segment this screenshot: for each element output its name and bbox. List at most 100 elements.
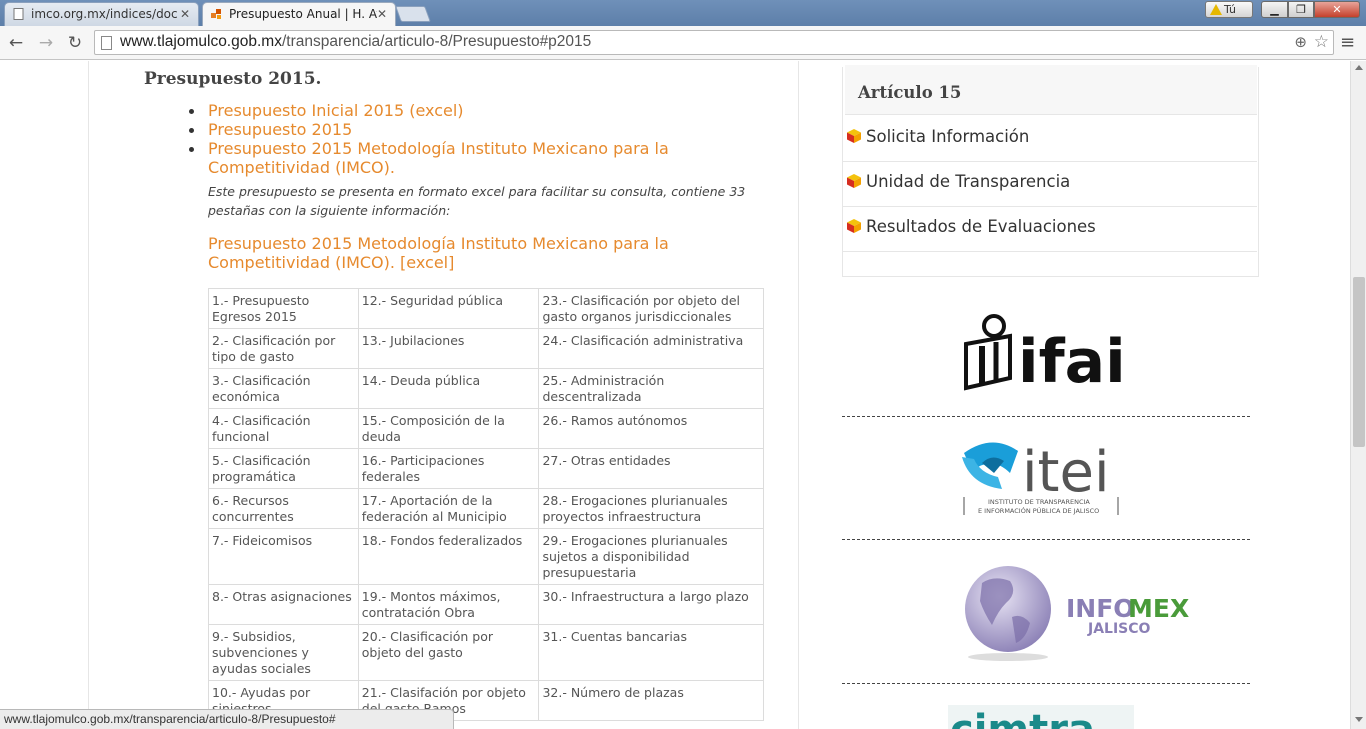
- table-cell: 25.- Administración descentralizada: [538, 368, 764, 409]
- page-icon: [101, 36, 112, 50]
- ifai-wordmark: ifai: [1018, 327, 1126, 397]
- table-cell: 5.- Clasificación programática: [208, 448, 359, 489]
- cimtra-logo[interactable]: cimtra: [842, 701, 1250, 729]
- vertical-scrollbar[interactable]: [1350, 61, 1366, 729]
- forward-arrow-icon[interactable]: →: [34, 31, 58, 55]
- sidebar-item-label: Resultados de Evaluaciones: [866, 217, 1096, 236]
- table-row: 3.- Clasificación económica 14.- Deuda pú…: [208, 368, 764, 409]
- tab-presupuesto[interactable]: Presupuesto Anual | H. Ay ✕: [202, 2, 396, 26]
- table-cell: 13.- Jubilaciones: [357, 328, 540, 369]
- table-row: 5.- Clasificación programática 16.- Parti…: [208, 448, 764, 489]
- link-presupuesto-imco[interactable]: Presupuesto 2015 Metodología Instituto M…: [208, 139, 678, 177]
- scroll-thumb[interactable]: [1353, 277, 1365, 447]
- description-text: Este presupuesto se presenta en formato …: [208, 184, 746, 218]
- table-cell: 28.- Erogaciones plurianuales proyectos …: [538, 488, 764, 529]
- cimtra-logo-graphic: cimtra: [948, 705, 1134, 729]
- table-cell: 23.- Clasificación por objeto del gasto …: [538, 288, 764, 329]
- new-tab-button[interactable]: [395, 6, 431, 22]
- table-cell: 24.- Clasificación administrativa: [538, 328, 764, 369]
- status-bubble: www.tlajomulco.gob.mx/transparencia/arti…: [0, 709, 454, 729]
- table-cell: 15.- Composición de la deuda: [357, 408, 540, 449]
- profile-name: Tú: [1224, 3, 1237, 16]
- zoom-icon[interactable]: ⊕: [1294, 33, 1307, 51]
- ifai-logo[interactable]: ifai: [842, 306, 1250, 406]
- warning-icon: [1210, 4, 1222, 15]
- table-cell: 31.- Cuentas bancarias: [538, 624, 764, 681]
- sidebar-item-resultados[interactable]: Resultados de Evaluaciones: [843, 207, 1257, 252]
- table-cell: 3.- Clasificación económica: [208, 368, 359, 409]
- cimtra-wordmark: cimtra: [950, 707, 1095, 729]
- close-window-button[interactable]: ✕: [1314, 1, 1360, 18]
- table-cell: 14.- Deuda pública: [357, 368, 540, 409]
- document-list: Presupuesto Inicial 2015 (excel) Presupu…: [188, 101, 768, 177]
- table-row: 1.- Presupuesto Egresos 2015 12.- Segurid…: [208, 288, 764, 329]
- table-cell: 6.- Recursos concurrentes: [208, 488, 359, 529]
- url-path: /transparencia/articulo-8/Presupuesto#p2…: [281, 33, 592, 50]
- itei-wordmark: itei: [1022, 440, 1110, 505]
- maximize-button[interactable]: ❐: [1288, 1, 1314, 18]
- tab-title: imco.org.mx/indices/doc: [31, 7, 178, 21]
- page-viewport: Presupuesto 2015. Presupuesto Inicial 20…: [0, 61, 1350, 729]
- list-item: Presupuesto Inicial 2015 (excel): [188, 101, 768, 120]
- table-cell: 4.- Clasificación funcional: [208, 408, 359, 449]
- url-text[interactable]: www.tlajomulco.gob.mx/transparencia/arti…: [120, 33, 591, 51]
- table-cell: 7.- Fideicomisos: [208, 528, 359, 585]
- cube-icon: [847, 174, 861, 188]
- menu-icon[interactable]: ≡: [1340, 32, 1355, 53]
- url-host: www.tlajomulco.gob.mx: [120, 33, 282, 50]
- divider: [842, 683, 1250, 684]
- sidebar-item-label: Solicita Información: [866, 127, 1030, 146]
- table-row: 7.- Fideicomisos 18.- Fondos federalizado…: [208, 528, 764, 585]
- table-row: 8.- Otras asignaciones 19.- Montos máximo…: [208, 584, 764, 625]
- profile-button[interactable]: Tú: [1205, 1, 1253, 18]
- table-cell: 9.- Subsidios, subvenciones y ayudas soc…: [208, 624, 359, 681]
- scroll-up-arrow-icon[interactable]: [1355, 65, 1363, 70]
- minimize-button[interactable]: ▁: [1261, 1, 1288, 18]
- link-presupuesto-2015[interactable]: Presupuesto 2015: [208, 120, 352, 139]
- itei-logo[interactable]: itei INSTITUTO DE TRANSPARENCIA E INFORM…: [842, 433, 1250, 523]
- table-cell: 17.- Aportación de la federación al Muni…: [357, 488, 540, 529]
- table-cell: 27.- Otras entidades: [538, 448, 764, 489]
- back-arrow-icon[interactable]: ←: [4, 31, 28, 55]
- sidebar-item-unidad[interactable]: Unidad de Transparencia: [843, 162, 1257, 207]
- close-tab-icon[interactable]: ✕: [180, 3, 190, 25]
- table-cell: 32.- Número de plazas: [538, 680, 764, 721]
- table-cell: 18.- Fondos federalizados: [357, 528, 540, 585]
- tab-title: Presupuesto Anual | H. Ay: [229, 7, 377, 21]
- scroll-down-arrow-icon[interactable]: [1355, 717, 1363, 722]
- table-row: 2.- Clasificación por tipo de gasto 13.- …: [208, 328, 764, 369]
- table-cell: 12.- Seguridad pública: [357, 288, 540, 329]
- bullet: [189, 109, 194, 114]
- cube-icon: [847, 219, 861, 233]
- close-tab-icon[interactable]: ✕: [377, 3, 387, 25]
- table-cell: 30.- Infraestructura a largo plazo: [538, 584, 764, 625]
- link-imco-excel[interactable]: Presupuesto 2015 Metodología Instituto M…: [208, 234, 768, 272]
- bullet: [189, 128, 194, 133]
- address-bar[interactable]: www.tlajomulco.gob.mx/transparencia/arti…: [94, 30, 1334, 55]
- table-row: 9.- Subsidios, subvenciones y ayudas soc…: [208, 624, 764, 681]
- itei-caption-1: INSTITUTO DE TRANSPARENCIA: [988, 498, 1090, 506]
- infomex-logo[interactable]: INFO MEX JALISCO: [842, 553, 1250, 663]
- table-row: 4.- Clasificación funcional 15.- Composic…: [208, 408, 764, 449]
- table-cell: 1.- Presupuesto Egresos 2015: [208, 288, 359, 329]
- infomex-mex: MEX: [1128, 594, 1189, 623]
- cube-icon: [847, 129, 861, 143]
- sidebar-item-solicita[interactable]: Solicita Información: [843, 117, 1257, 162]
- table-cell: 2.- Clasificación por tipo de gasto: [208, 328, 359, 369]
- infomex-info: INFO: [1066, 594, 1135, 623]
- tab-imco[interactable]: imco.org.mx/indices/doc ✕: [4, 2, 199, 26]
- ifai-logo-graphic: ifai: [964, 314, 1126, 397]
- site-favicon-icon: [211, 9, 221, 19]
- bookmark-star-icon[interactable]: ☆: [1314, 32, 1329, 52]
- infomex-jalisco: JALISCO: [1087, 621, 1151, 637]
- table-row: 6.- Recursos concurrentes 17.- Aportación…: [208, 488, 764, 529]
- browser-toolbar: ← → ↻ www.tlajomulco.gob.mx/transparenci…: [0, 26, 1366, 60]
- table-cell: 29.- Erogaciones plurianuales sujetos a …: [538, 528, 764, 585]
- link-presupuesto-inicial[interactable]: Presupuesto Inicial 2015 (excel): [208, 101, 464, 120]
- itei-caption-2: E INFORMACIÓN PÚBLICA DE JALISCO: [978, 506, 1099, 515]
- table-cell: 19.- Montos máximos, contratación Obra: [357, 584, 540, 625]
- sheets-table: 1.- Presupuesto Egresos 2015 12.- Segurid…: [208, 288, 764, 721]
- sidebar-heading: Artículo 15: [858, 83, 962, 102]
- column-divider: [798, 61, 799, 729]
- reload-icon[interactable]: ↻: [63, 31, 87, 55]
